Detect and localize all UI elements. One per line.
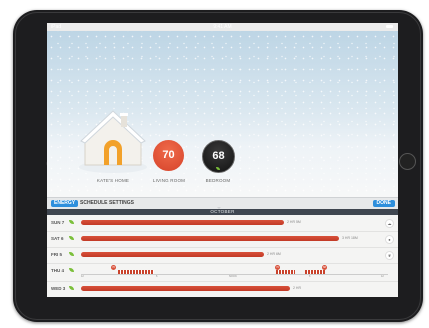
usage-label: 2 HR: [293, 286, 301, 290]
cloud-icon: ☁: [385, 219, 394, 228]
leaf-icon: [69, 268, 74, 272]
usage-bar: [81, 220, 284, 225]
device-label-home: KATE'S HOME: [96, 178, 130, 183]
setpoint-pin[interactable]: 70: [111, 265, 116, 270]
clock: 9:41 AM: [213, 24, 232, 30]
heating-segment: [305, 270, 325, 274]
day-row-thu-expanded[interactable]: THU 4 70 70 68 12 6 NOON 6 12: [47, 263, 398, 282]
home-button[interactable]: [399, 153, 416, 170]
usage-label: 3 HR 18M: [342, 236, 358, 240]
battery-icon: [386, 25, 393, 28]
time-label: 12: [381, 275, 384, 278]
usage-bar: [81, 286, 290, 291]
heating-segment: [276, 270, 295, 274]
leaf-icon: [69, 220, 74, 224]
day-label: FRI 5: [51, 252, 63, 257]
done-button[interactable]: DONE: [372, 200, 395, 207]
device-label-bedroom: BEDROOM: [205, 178, 231, 183]
day-label: WED 3: [51, 286, 66, 291]
usage-label: 2 HR 5M: [287, 220, 301, 224]
leaf-icon: ❦: [385, 251, 394, 260]
day-timeline: 70 70 68 12 6 NOON 6 12: [81, 265, 388, 278]
home-icon[interactable]: [75, 105, 147, 175]
setpoint-pin[interactable]: 70: [275, 265, 280, 270]
tab-schedule[interactable]: SCHEDULE: [80, 200, 108, 207]
day-label: THU 4: [51, 268, 65, 273]
leaf-icon: [69, 252, 74, 256]
tab-settings[interactable]: SETTINGS: [109, 200, 134, 207]
setpoint-pin[interactable]: 68: [322, 265, 327, 270]
thermostat-living-room[interactable]: 70: [153, 140, 184, 171]
time-label: 6: [156, 275, 158, 278]
usage-bar: [81, 236, 339, 241]
time-label: 6: [309, 275, 311, 278]
day-row-sat[interactable]: SAT 6 3 HR 18M ●: [47, 231, 398, 248]
leaf-icon: [69, 286, 74, 290]
person-icon: ●: [385, 235, 394, 244]
day-label: SUN 7: [51, 220, 65, 225]
day-row-wed[interactable]: WED 3 2 HR: [47, 281, 398, 297]
usage-bar: [81, 252, 264, 257]
heating-segment: [118, 270, 154, 274]
leaf-icon: [69, 236, 74, 240]
app-screen: iPad 9:41 AM KATE'S HOME 70 LIVING ROOM …: [47, 23, 398, 297]
devices-hero: KATE'S HOME 70 LIVING ROOM 68 BEDROOM: [47, 31, 398, 197]
tab-energy[interactable]: ENERGY: [51, 200, 79, 207]
time-label: NOON: [229, 275, 237, 278]
leaf-icon: [216, 167, 220, 170]
energy-history: SUN 7 2 HR 5M ☁ SAT 6 3 HR 18M ● FRI 5 2…: [47, 215, 398, 297]
day-row-fri[interactable]: FRI 5 2 HR 6M ❦: [47, 247, 398, 264]
day-label: SAT 6: [51, 236, 64, 241]
device-label-living-room: LIVING ROOM: [152, 178, 186, 183]
status-bar: iPad 9:41 AM: [47, 23, 398, 31]
time-label: 12: [81, 275, 84, 278]
toolbar: ENERGY SCHEDULE SETTINGS DONE: [47, 197, 398, 209]
usage-label: 2 HR 6M: [267, 252, 281, 256]
day-row-sun[interactable]: SUN 7 2 HR 5M ☁: [47, 215, 398, 232]
